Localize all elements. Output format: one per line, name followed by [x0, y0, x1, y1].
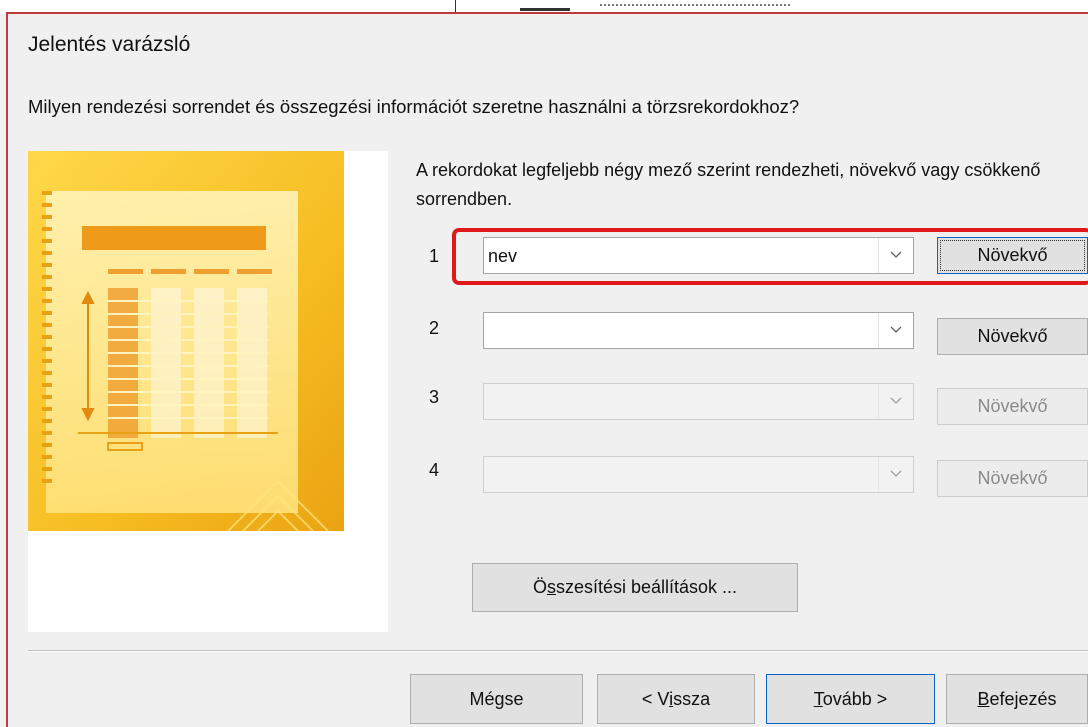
sort-row-1-number: 1	[429, 246, 440, 266]
summary-options-suffix: szesítési beállítások ...	[555, 577, 738, 597]
footer-separator-highlight	[28, 651, 1088, 652]
annotation-highlight-box	[452, 228, 1088, 285]
report-preview-illustration	[28, 151, 388, 632]
finish-mnemonic: B	[977, 689, 990, 709]
chevron-down-icon[interactable]	[878, 313, 913, 348]
background-fragment	[520, 0, 800, 12]
dialog-title: Jelentés varázsló	[28, 33, 191, 56]
next-mnemonic: T	[813, 689, 823, 709]
chevron-down-icon[interactable]	[878, 384, 913, 419]
sort-order-2-button[interactable]: Növekvő	[937, 318, 1088, 355]
finish-button[interactable]: Befejezés	[946, 674, 1088, 724]
sort-row-4-number: 4	[429, 460, 440, 480]
sort-instruction: A rekordokat legfeljebb négy mező szerin…	[416, 160, 1041, 209]
summary-options-prefix: Ö	[532, 577, 547, 597]
sort-field-2-combo[interactable]	[483, 312, 914, 349]
back-button[interactable]: < Vissza	[597, 674, 755, 724]
sort-field-3-combo[interactable]	[483, 383, 914, 420]
back-suffix: ssza	[673, 689, 711, 709]
summary-options-mnemonic: s	[546, 577, 556, 597]
sort-field-4-combo[interactable]	[483, 456, 914, 493]
sort-order-4-button[interactable]: Növekvő	[937, 460, 1088, 497]
chevron-down-icon[interactable]	[878, 457, 913, 492]
back-prefix: < V	[641, 689, 670, 709]
summary-options-button[interactable]: Összesítési beállítások ...	[472, 563, 798, 612]
cancel-button[interactable]: Mégse	[410, 674, 583, 724]
finish-suffix: efejezés	[989, 689, 1057, 709]
sort-order-3-button[interactable]: Növekvő	[937, 388, 1088, 425]
sort-row-2-number: 2	[429, 318, 440, 338]
next-button[interactable]: Tovább >	[766, 674, 935, 724]
sort-row-3-number: 3	[429, 387, 440, 407]
next-suffix: ovább >	[822, 689, 888, 709]
wizard-question: Milyen rendezési sorrendet és összegzési…	[28, 96, 800, 117]
